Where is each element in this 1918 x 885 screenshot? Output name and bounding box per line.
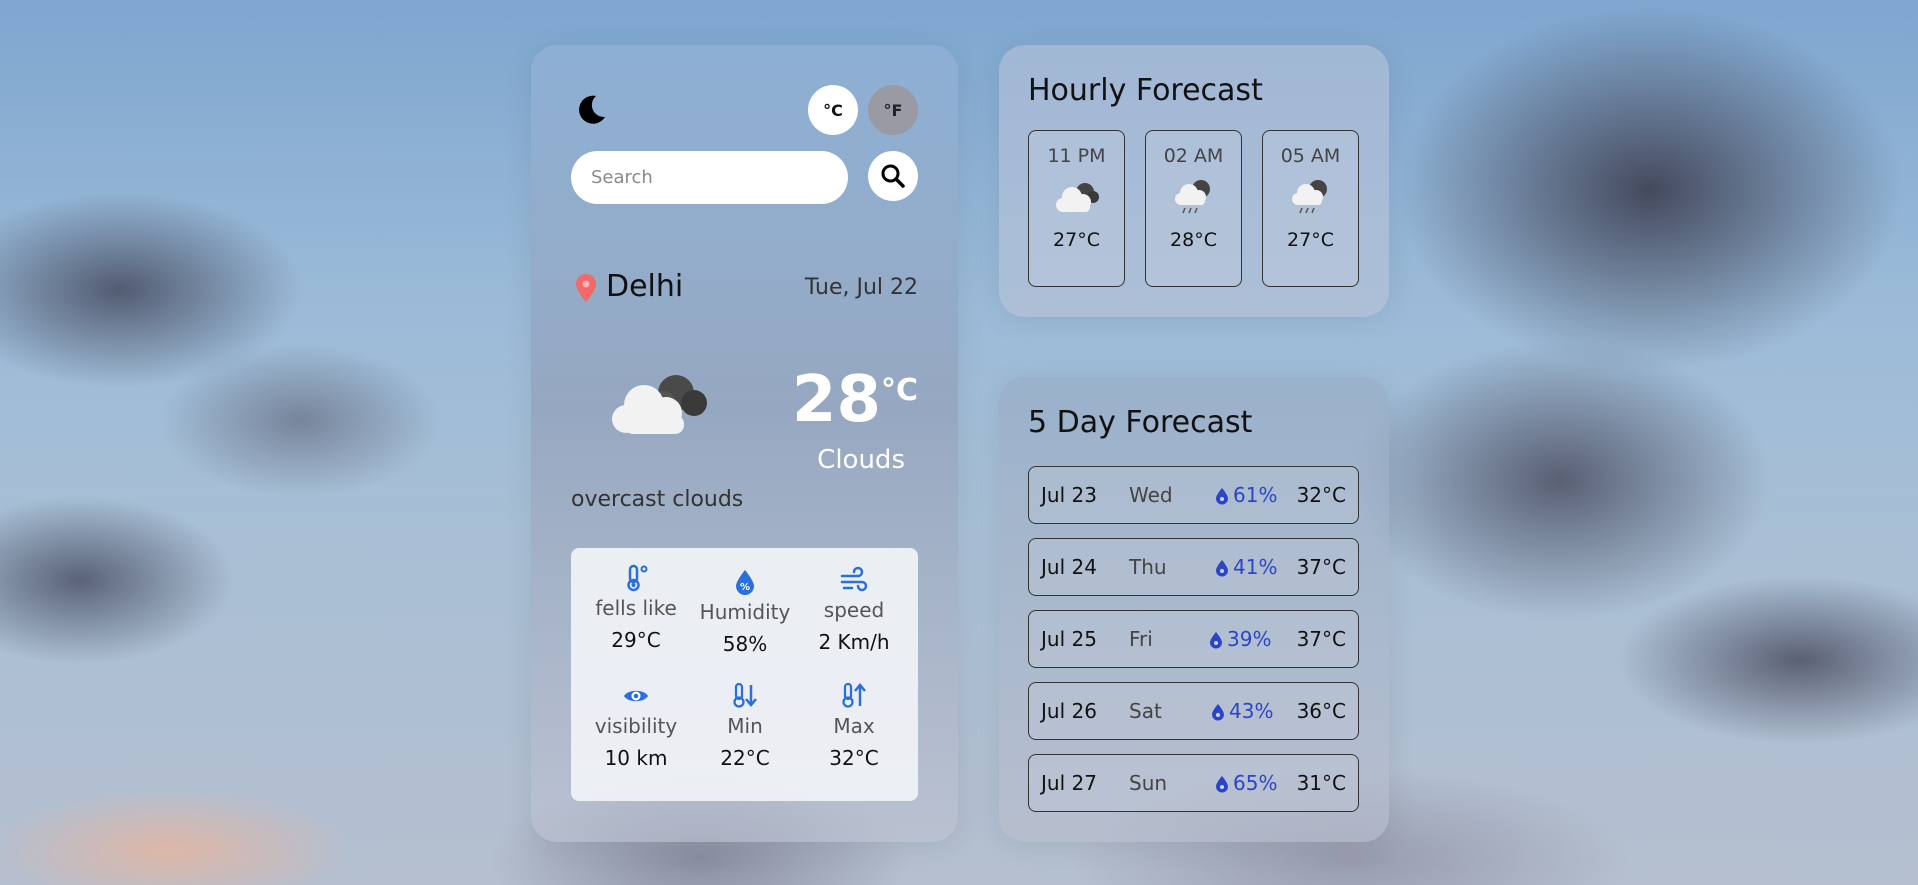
stat-label: Min	[727, 714, 763, 738]
stat-min-temp: Min 22°C	[690, 682, 800, 770]
search-input[interactable]	[571, 151, 848, 204]
rain-drop-icon	[1216, 776, 1228, 793]
search-icon	[881, 164, 905, 188]
hourly-time: 05 AM	[1280, 145, 1341, 167]
temperature-unit: °C	[880, 373, 918, 408]
daily-weekday: Thu	[1129, 555, 1167, 579]
rain-cloud-icon	[1291, 180, 1327, 214]
stat-visibility: visibility 10 km	[581, 682, 691, 770]
daily-row: Jul 27 Sun 65% 31°C	[1028, 754, 1359, 812]
stat-value: 22°C	[720, 746, 770, 770]
hourly-temperature: 27°C	[1053, 229, 1100, 251]
stat-label: speed	[823, 598, 885, 622]
current-date: Tue, Jul 22	[804, 275, 918, 300]
cloudy-weather-icon	[612, 375, 707, 434]
fahrenheit-button[interactable]: °F	[868, 85, 918, 135]
location-pin-icon	[576, 274, 596, 302]
daily-date: Jul 24	[1041, 555, 1097, 579]
stat-label: Max	[833, 714, 875, 738]
hourly-forecast-card: Hourly Forecast 11 PM 27°C 02 AM 28°C 05…	[999, 45, 1389, 317]
stat-label: Humidity	[699, 600, 791, 624]
stat-label: fells like	[595, 596, 677, 620]
daily-date: Jul 23	[1041, 483, 1097, 507]
stat-value: 10 km	[604, 746, 668, 770]
celsius-button[interactable]: °C	[808, 85, 858, 135]
city-name: Delhi	[606, 269, 684, 304]
hourly-time: 02 AM	[1163, 145, 1224, 167]
cloudy-icon	[1055, 183, 1099, 212]
svg-text:%: %	[740, 582, 750, 593]
humidity-icon: %	[736, 570, 754, 595]
daily-temperature: 36°C	[1296, 699, 1346, 723]
rain-drop-icon	[1216, 488, 1228, 505]
stat-wind-speed: speed 2 Km/h	[799, 566, 909, 654]
daily-temperature: 37°C	[1296, 555, 1346, 579]
stat-value: 29°C	[611, 628, 661, 652]
eye-icon	[624, 690, 648, 702]
daily-temperature: 31°C	[1296, 771, 1346, 795]
stat-label: visibility	[594, 714, 678, 738]
stat-max-temp: Max 32°C	[799, 682, 909, 770]
stat-value: 58%	[722, 632, 768, 656]
daily-rain-chance: 39%	[1227, 627, 1272, 651]
hourly-temperature: 27°C	[1287, 229, 1334, 251]
stat-humidity: % Humidity 58%	[690, 568, 800, 656]
daily-rain-chance: 61%	[1233, 483, 1278, 507]
rain-drop-icon	[1212, 704, 1224, 721]
daily-row: Jul 25 Fri 39% 37°C	[1028, 610, 1359, 668]
hourly-item: 02 AM 28°C	[1145, 130, 1242, 287]
daily-row: Jul 23 Wed 61% 32°C	[1028, 466, 1359, 524]
temp-min-icon	[733, 682, 757, 708]
daily-date: Jul 26	[1041, 699, 1097, 723]
daily-weekday: Sat	[1129, 699, 1162, 723]
daily-date: Jul 27	[1041, 771, 1097, 795]
current-weather-card: °C °F Delhi Tue, Jul 22 28°C Clouds over…	[531, 45, 958, 842]
stat-value: 32°C	[829, 746, 879, 770]
five-day-forecast-card: 5 Day Forecast Jul 23 Wed 61% 32°C Jul 2…	[999, 377, 1389, 842]
search-button[interactable]	[868, 151, 918, 201]
current-temperature: 28°C	[792, 363, 918, 437]
daily-row: Jul 24 Thu 41% 37°C	[1028, 538, 1359, 596]
daily-rain-chance: 43%	[1229, 699, 1274, 723]
daily-rain-chance: 65%	[1233, 771, 1278, 795]
daily-weekday: Sun	[1129, 771, 1168, 795]
hourly-forecast-title: Hourly Forecast	[1028, 73, 1263, 108]
weather-condition: Clouds	[817, 445, 905, 475]
hourly-item: 05 AM 27°C	[1262, 130, 1359, 287]
weather-description: overcast clouds	[571, 487, 744, 512]
rain-drop-icon	[1210, 632, 1222, 649]
hourly-item: 11 PM 27°C	[1028, 130, 1125, 287]
rain-drop-icon	[1216, 560, 1228, 577]
wind-icon	[840, 566, 868, 592]
temperature-value: 28	[791, 363, 881, 437]
temp-max-icon	[842, 682, 866, 708]
hourly-temperature: 28°C	[1170, 229, 1217, 251]
dark-mode-moon-icon[interactable]	[574, 93, 608, 127]
daily-weekday: Wed	[1129, 483, 1173, 507]
daily-temperature: 32°C	[1296, 483, 1346, 507]
stat-value: 2 Km/h	[818, 630, 890, 654]
hourly-time: 11 PM	[1047, 145, 1106, 167]
daily-date: Jul 25	[1041, 627, 1097, 651]
five-day-forecast-title: 5 Day Forecast	[1028, 405, 1253, 440]
daily-weekday: Fri	[1129, 627, 1153, 651]
rain-cloud-icon	[1174, 180, 1210, 214]
daily-row: Jul 26 Sat 43% 36°C	[1028, 682, 1359, 740]
stat-feels-like: fells like 29°C	[581, 564, 691, 652]
daily-temperature: 37°C	[1296, 627, 1346, 651]
thermometer-icon	[627, 564, 648, 592]
daily-rain-chance: 41%	[1233, 555, 1278, 579]
weather-stats-panel: fells like 29°C % Humidity 58% speed 2 K…	[571, 548, 918, 801]
